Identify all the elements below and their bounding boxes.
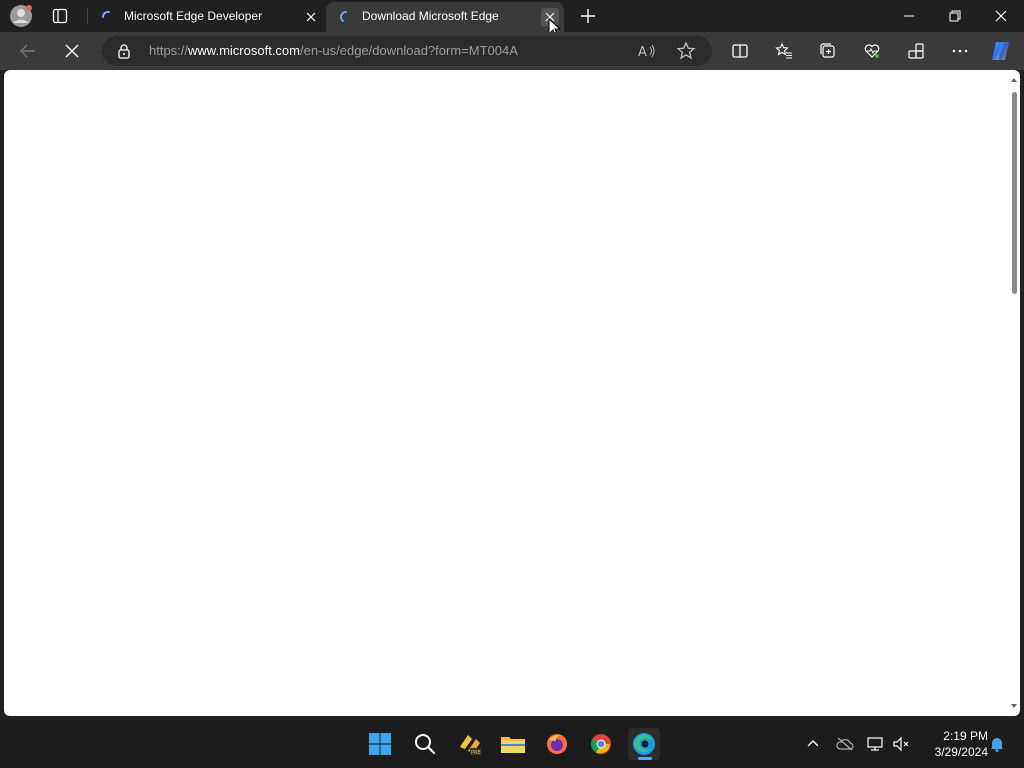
extensions-button[interactable] (904, 39, 928, 63)
active-app-indicator (638, 757, 652, 760)
clock-date: 3/29/2024 (934, 745, 988, 759)
onedrive-tray-button[interactable] (835, 734, 855, 754)
close-icon (995, 10, 1007, 22)
taskbar: PRE 2:19 PM 3/29/2024 (0, 720, 1024, 768)
volume-tray-button[interactable] (892, 734, 912, 754)
svg-text:A: A (638, 45, 647, 60)
clock-time: 2:19 PM (943, 729, 988, 743)
tab-download-microsoft-edge[interactable]: Download Microsoft Edge (326, 2, 564, 32)
folder-icon (501, 737, 525, 753)
windows-start-icon (369, 733, 391, 755)
vertical-scrollbar[interactable] (1008, 74, 1020, 712)
split-screen-button[interactable] (728, 39, 752, 63)
collections-icon (820, 43, 835, 58)
plus-icon (581, 9, 595, 23)
close-icon (65, 44, 79, 58)
search-icon (415, 734, 436, 755)
collections-button[interactable] (816, 39, 840, 63)
url-text[interactable]: https://www.microsoft.com/en-us/edge/dow… (149, 43, 518, 58)
tab-strip: Microsoft Edge Developer Download Micros… (0, 0, 1024, 38)
copilot-icon (992, 42, 1009, 60)
settings-more-button[interactable] (948, 39, 972, 63)
scroll-down-arrow-icon[interactable] (1010, 702, 1018, 710)
taskbar-folder[interactable] (497, 728, 529, 760)
back-arrow-icon (20, 44, 35, 58)
add-favorite-star-icon[interactable] (676, 41, 696, 61)
screen: Microsoft Edge Developer Download Micros… (0, 0, 1024, 768)
tab-close-button[interactable] (302, 8, 320, 26)
volume-muted-icon (893, 736, 909, 752)
svg-text:PRE: PRE (471, 750, 481, 756)
firefox-icon (547, 734, 567, 754)
network-monitor-icon (867, 737, 883, 751)
url-scheme: https:// (149, 43, 189, 58)
tab-title: Microsoft Edge Developer (124, 9, 263, 23)
url-path: /en-us/edge/download?form=MT004A (300, 43, 518, 58)
close-icon (306, 12, 316, 22)
read-aloud-icon[interactable]: A (637, 41, 657, 61)
chrome-icon (590, 734, 611, 754)
restore-icon (949, 10, 961, 22)
new-tab-button[interactable] (576, 4, 600, 28)
taskbar-search-button[interactable] (409, 728, 441, 760)
split-screen-icon (732, 44, 748, 58)
favorites-button[interactable] (772, 39, 796, 63)
restore-button[interactable] (943, 4, 967, 28)
network-tray-button[interactable] (866, 734, 886, 754)
url-host: www.microsoft.com (188, 43, 300, 58)
notifications-button[interactable] (987, 734, 1007, 754)
show-hidden-icons-button[interactable] (803, 734, 823, 754)
cloud-offline-icon (836, 737, 854, 751)
favorites-icon (775, 42, 792, 59)
scrollbar-thumb[interactable] (1012, 92, 1017, 294)
profile-avatar-icon[interactable] (8, 3, 34, 29)
tab-microsoft-edge-developer[interactable]: Microsoft Edge Developer (88, 2, 326, 32)
taskbar-file-explorer-preview[interactable]: PRE (453, 728, 485, 760)
taskbar-chrome[interactable] (585, 728, 617, 760)
taskbar-firefox[interactable] (541, 728, 573, 760)
tab-actions-icon[interactable] (48, 4, 72, 28)
extensions-icon (908, 43, 924, 59)
taskbar-edge[interactable] (628, 728, 660, 760)
page-content[interactable] (4, 70, 1020, 716)
back-button[interactable] (16, 39, 40, 63)
more-dots-icon (952, 49, 968, 53)
scroll-up-arrow-icon[interactable] (1010, 76, 1018, 84)
taskbar-clock[interactable]: 2:19 PM 3/29/2024 (918, 728, 988, 760)
copilot-button[interactable] (989, 39, 1013, 63)
browser-toolbar: https://www.microsoft.com/en-us/edge/dow… (0, 32, 1024, 70)
tab-title: Download Microsoft Edge (362, 9, 499, 23)
heart-pulse-icon (864, 44, 880, 58)
browser-essentials-button[interactable] (860, 39, 884, 63)
address-bar[interactable]: https://www.microsoft.com/en-us/edge/dow… (102, 36, 712, 66)
minimize-button[interactable] (897, 4, 921, 28)
chevron-up-icon (807, 740, 819, 747)
loading-spinner-icon (340, 11, 347, 22)
minimize-icon (904, 15, 914, 17)
file-explorer-preview-icon: PRE (460, 735, 481, 756)
window-close-button[interactable] (989, 4, 1013, 28)
lock-icon[interactable] (116, 43, 132, 59)
start-button[interactable] (364, 728, 396, 760)
bell-icon (991, 738, 1003, 752)
stop-loading-button[interactable] (60, 39, 84, 63)
loading-spinner-icon (102, 10, 110, 18)
edge-icon (633, 733, 655, 755)
